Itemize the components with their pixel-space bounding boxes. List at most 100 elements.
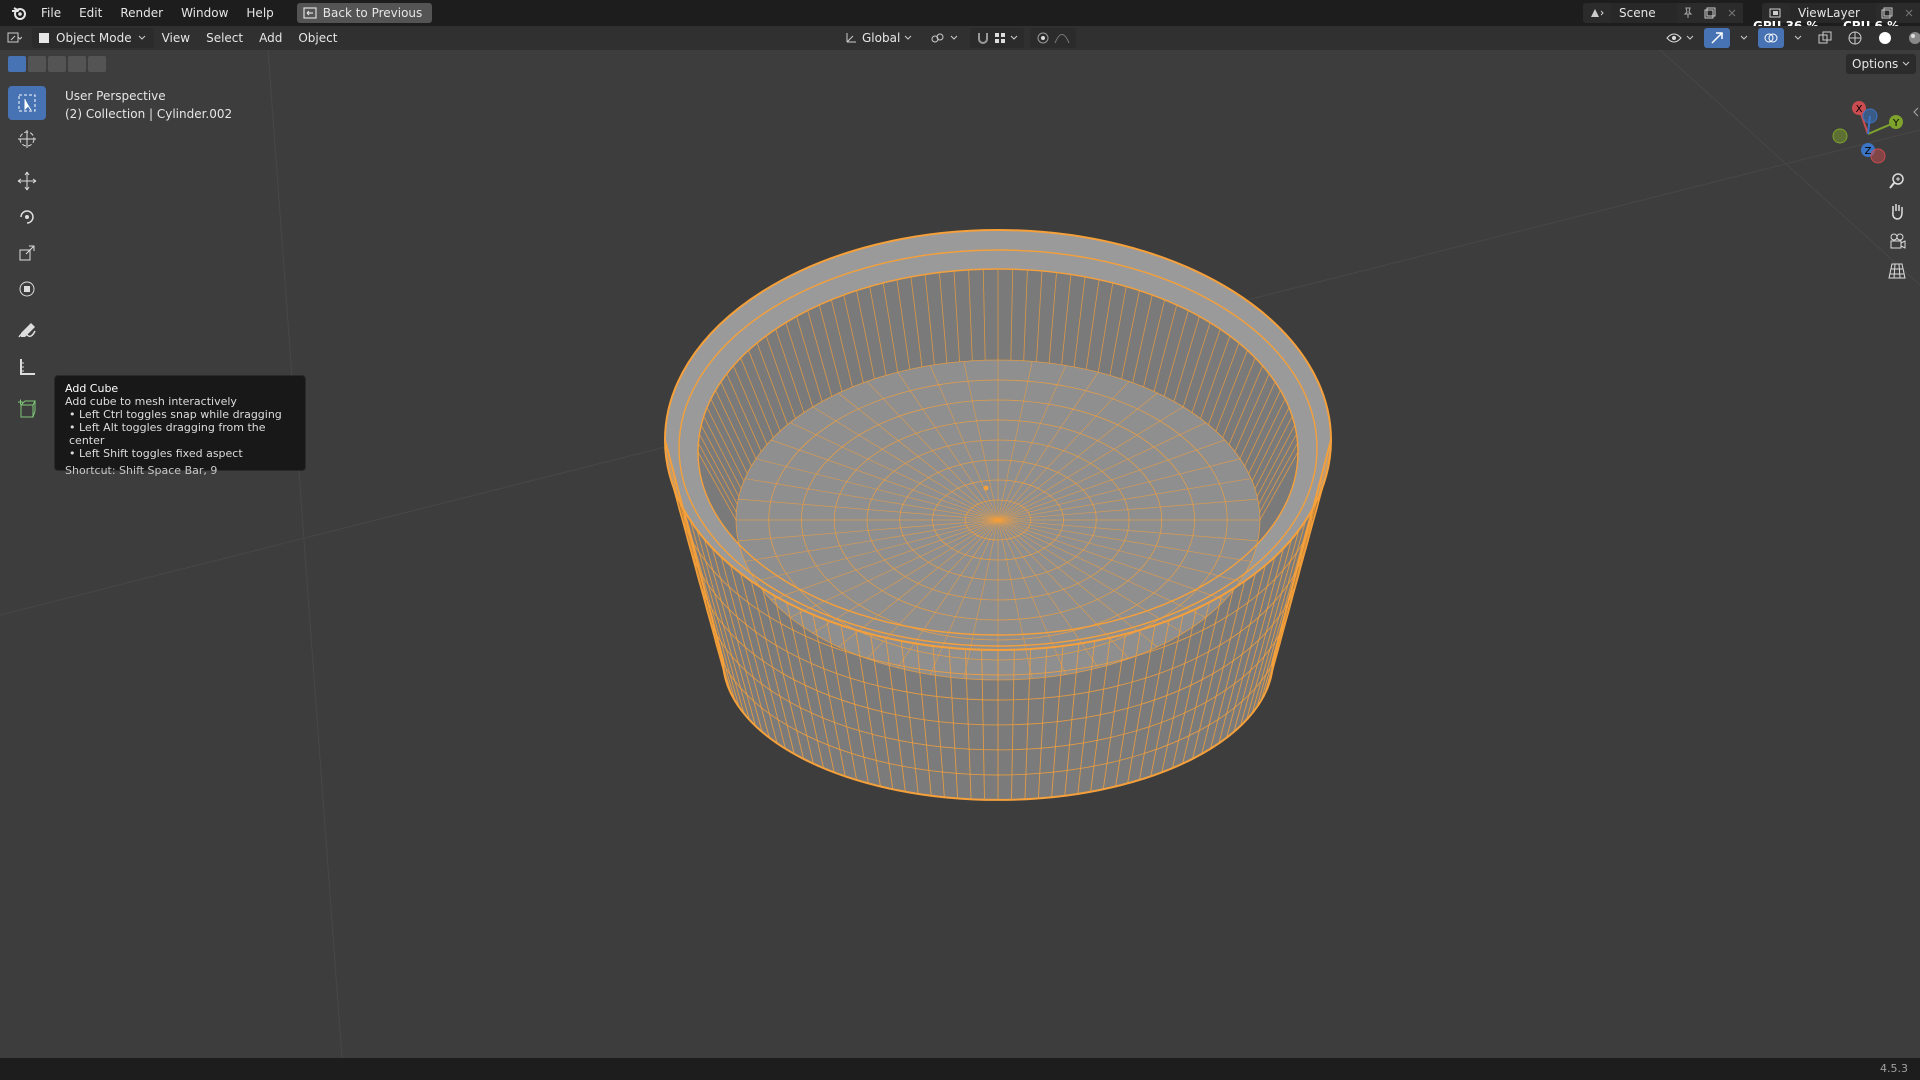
selection-mode-buttons — [8, 56, 106, 72]
rotate-icon — [20, 210, 34, 224]
scene-canvas — [0, 50, 1920, 1058]
tool-shelf — [8, 86, 46, 428]
neg-y-handle[interactable] — [1832, 128, 1848, 144]
scene-selector[interactable]: Scene — [1583, 3, 1743, 23]
tooltip-title: Add Cube — [65, 382, 119, 395]
select-invert-button[interactable] — [68, 56, 86, 72]
new-scene-icon[interactable] — [1699, 3, 1721, 23]
tool-measure[interactable] — [8, 350, 46, 384]
tool-add-cube[interactable] — [8, 392, 46, 426]
orientation-label: Global — [862, 31, 901, 45]
z-axis-handle[interactable] — [1862, 108, 1878, 124]
top-menu-bar: File Edit Render Window Help Back to Pre… — [0, 0, 1920, 26]
menu-object[interactable]: Object — [290, 31, 345, 45]
gizmo-dropdown[interactable] — [1734, 28, 1754, 48]
z-axis-label: Z — [1865, 146, 1872, 157]
scene-icon[interactable] — [1583, 3, 1611, 23]
delete-view-layer-icon[interactable] — [1898, 3, 1920, 23]
pin-icon[interactable] — [1677, 3, 1699, 23]
annotate-icon — [18, 323, 36, 338]
editor-type-selector[interactable] — [0, 28, 28, 48]
tool-scale[interactable] — [8, 236, 46, 270]
chevron-down-icon — [1686, 35, 1694, 40]
snap-grid-icon — [995, 33, 1006, 43]
options-label: Options — [1852, 57, 1899, 71]
back-icon — [303, 7, 317, 19]
pivot-icon — [931, 33, 944, 43]
3d-viewport[interactable]: User Perspective (2) Collection | Cylind… — [0, 50, 1920, 1058]
tool-rotate[interactable] — [8, 200, 46, 234]
select-intersect-button[interactable] — [88, 56, 106, 72]
eye-icon — [1666, 33, 1682, 43]
shading-solid-button[interactable] — [1872, 28, 1898, 48]
chevron-down-icon — [138, 35, 145, 40]
tool-transform[interactable] — [8, 272, 46, 306]
editor-type-icon — [7, 32, 22, 43]
falloff-icon — [1054, 34, 1070, 44]
tool-move[interactable] — [8, 164, 46, 198]
transform-orientation-dropdown[interactable]: Global — [838, 28, 918, 48]
select-box-icon — [18, 94, 36, 112]
zoom-button[interactable] — [1884, 168, 1910, 194]
camera-view-button[interactable] — [1884, 228, 1910, 254]
select-subtract-button[interactable] — [48, 56, 66, 72]
back-to-previous-button[interactable]: Back to Previous — [296, 3, 433, 23]
x-axis-label: X — [1856, 104, 1863, 115]
ortho-perspective-button[interactable] — [1884, 258, 1910, 284]
neg-x-handle[interactable] — [1870, 148, 1886, 164]
proportional-edit-icon — [1037, 32, 1049, 44]
snap-toggle[interactable] — [970, 28, 1025, 48]
back-button-label: Back to Previous — [322, 6, 423, 20]
chevron-down-icon — [1740, 35, 1748, 40]
wireframe-shading-icon — [1848, 31, 1862, 45]
gizmo-toggle[interactable] — [1704, 28, 1730, 48]
add-cube-tooltip: Add Cube Add cube to mesh interactively … — [54, 375, 306, 477]
origin-point — [983, 485, 989, 491]
chevron-down-icon — [1794, 35, 1802, 40]
select-new-button[interactable] — [8, 56, 26, 72]
blender-logo-icon[interactable] — [6, 0, 32, 26]
tooltip-shortcut: Shortcut: Shift Space Bar, 9 — [65, 464, 218, 477]
overlays-dropdown[interactable] — [1788, 28, 1808, 48]
tooltip-line: • Left Shift toggles fixed aspect — [69, 447, 243, 460]
measure-icon — [20, 359, 35, 375]
menu-edit[interactable]: Edit — [70, 0, 111, 26]
shading-wireframe-button[interactable] — [1842, 28, 1868, 48]
menu-file[interactable]: File — [32, 0, 70, 26]
delete-scene-icon[interactable] — [1721, 3, 1743, 23]
collection-label: (2) Collection | Cylinder.002 — [65, 107, 233, 121]
overlays-icon — [1764, 33, 1778, 43]
scale-icon — [19, 245, 35, 261]
grid-icon — [1888, 263, 1906, 279]
menu-view[interactable]: View — [154, 31, 198, 45]
view-layer-name: ViewLayer — [1798, 6, 1860, 20]
tool-select-box[interactable] — [8, 86, 46, 120]
overlays-toggle[interactable] — [1758, 28, 1784, 48]
menu-render[interactable]: Render — [111, 0, 172, 26]
orientation-icon — [846, 33, 856, 43]
menu-select[interactable]: Select — [198, 31, 251, 45]
shading-material-button[interactable] — [1902, 28, 1920, 48]
proportional-editing-toggle[interactable] — [1030, 28, 1077, 48]
sidebar-toggle[interactable] — [1912, 106, 1920, 126]
xray-icon — [1818, 31, 1832, 44]
menu-help[interactable]: Help — [237, 0, 282, 26]
menu-window[interactable]: Window — [172, 0, 237, 26]
cylinder-mesh[interactable] — [664, 229, 1332, 801]
scene-name-field[interactable]: Scene — [1611, 3, 1677, 23]
tool-annotate[interactable] — [8, 314, 46, 348]
tool-cursor[interactable] — [8, 122, 46, 156]
select-extend-button[interactable] — [28, 56, 46, 72]
tooltip-line: • Left Ctrl toggles snap while dragging — [69, 408, 282, 421]
grid-line — [267, 50, 343, 1058]
navigation-gizmo[interactable]: X Y Z — [1828, 96, 1908, 176]
object-mode-dropdown[interactable]: Object Mode — [32, 28, 154, 48]
pan-button[interactable] — [1884, 198, 1910, 224]
xray-toggle[interactable] — [1812, 28, 1838, 48]
chevron-down-icon — [1010, 35, 1018, 40]
options-dropdown[interactable]: Options — [1846, 54, 1917, 74]
hand-icon — [1892, 204, 1903, 220]
menu-add[interactable]: Add — [251, 31, 290, 45]
pivot-point-dropdown[interactable] — [924, 28, 964, 48]
selectability-visibility-dropdown[interactable] — [1660, 28, 1700, 48]
